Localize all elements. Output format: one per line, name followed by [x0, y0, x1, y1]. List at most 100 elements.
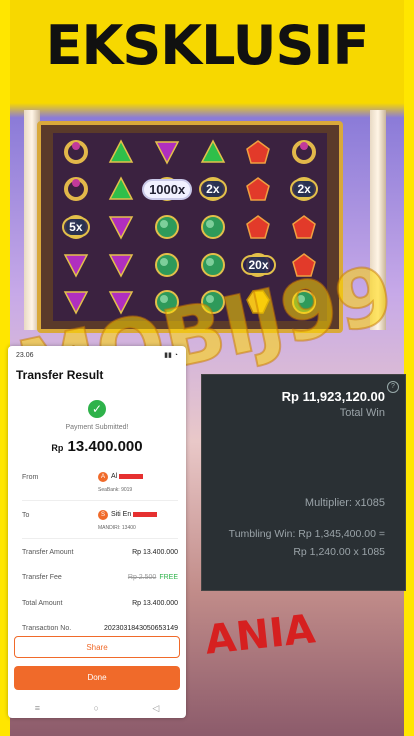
detail-row: Transaction No. 2023031843050653149 [22, 625, 178, 631]
detail-row: Total Amount Rp 13.400.000 [22, 600, 178, 607]
transfer-result-screen: 23.06 ▮▮ ◔ Transfer Result ✓ Payment Sub… [8, 346, 186, 718]
avatar: S [98, 510, 108, 520]
orb-symbol: 5x [53, 208, 99, 246]
detail-label: Transfer Fee [22, 574, 62, 581]
purple-triangle-icon [154, 141, 180, 165]
detail-label: Transaction No. [22, 625, 72, 631]
sender-name: Al [111, 473, 118, 480]
orb-icon [155, 252, 180, 277]
purple-triangle-symbol [53, 283, 99, 321]
purple-triangle-symbol [99, 283, 145, 321]
green-triangle-symbol [99, 133, 145, 171]
from-label: From [22, 474, 39, 481]
slot-grid: 1000x 2x 2x 5x 20x [53, 133, 327, 321]
multiplier-badge: 2x [290, 179, 318, 200]
orb-icon [155, 214, 180, 239]
orb-icon [200, 290, 225, 315]
recipient: S Siti En [98, 510, 158, 520]
slot-board: 1000x 2x 2x 5x 20x [37, 121, 343, 333]
back-icon[interactable]: ◁ [152, 703, 159, 714]
detail-value: 2023031843050653149 [104, 625, 178, 631]
share-button[interactable]: Share [14, 636, 180, 658]
purple-triangle-symbol [53, 246, 99, 284]
headline: EKSKLUSIF [45, 14, 370, 77]
status-bar: 23.06 ▮▮ ◔ [8, 346, 186, 364]
red-gem-symbol [281, 208, 327, 246]
orb-icon [200, 252, 225, 277]
orb-symbol [144, 283, 190, 321]
red-gem-icon [292, 215, 317, 239]
recipient-bank: MANDIRI: 13400 [98, 525, 136, 531]
red-gem-icon [292, 252, 317, 277]
temple-column [370, 110, 386, 330]
green-triangle-icon [109, 139, 134, 163]
home-icon[interactable]: ○ [93, 703, 98, 713]
detail-value: Rp 13.400.000 [132, 549, 178, 556]
orb-symbol [190, 246, 236, 284]
detail-row: Transfer Amount Rp 13.400.000 [22, 549, 178, 556]
red-gem-symbol [281, 246, 327, 284]
total-win-amount: Rp 11,923,120.00 [281, 389, 385, 404]
multiplier-badge: 1000x [142, 178, 193, 200]
purple-triangle-symbol [99, 208, 145, 246]
orb-symbol [144, 246, 190, 284]
red-gem-symbol [236, 133, 282, 171]
redaction-mark [133, 511, 158, 517]
menu-icon[interactable]: ≡ [35, 703, 40, 713]
orb-symbol [144, 208, 190, 246]
orb-symbol [190, 208, 236, 246]
help-icon[interactable]: ? [387, 381, 399, 393]
red-gem-icon [246, 215, 271, 239]
ring-symbol [281, 133, 327, 171]
purple-triangle-icon [109, 216, 134, 240]
detail-value: Rp 13.400.000 [132, 600, 178, 607]
ring-icon [63, 177, 88, 202]
signal-icon: ▮▮ ◔ [164, 352, 178, 359]
orb-icon [155, 290, 180, 315]
ring-symbol [53, 171, 99, 209]
sender: A Al [98, 472, 144, 482]
purple-triangle-symbol [99, 246, 145, 284]
orb-icon [200, 214, 225, 239]
status-message: Payment Submitted! [65, 424, 129, 431]
orb-symbol: 2x [190, 171, 236, 209]
redaction-mark [119, 473, 144, 479]
red-gem-icon [246, 177, 271, 202]
detail-label: Transfer Amount [22, 549, 74, 556]
check-icon: ✓ [88, 400, 106, 418]
total-win-label: Total Win [339, 407, 385, 419]
multiplier-badge: 2x [199, 179, 227, 200]
purple-triangle-icon [109, 253, 134, 278]
green-triangle-icon [200, 139, 226, 163]
orb-symbol [281, 283, 327, 321]
green-triangle-symbol [190, 133, 236, 171]
win-summary-panel: ? Rp 11,923,120.00 Total Win Multiplier:… [201, 374, 406, 591]
amount-value: 13.400.000 [67, 438, 143, 455]
purple-triangle-symbol [144, 133, 190, 171]
transfer-amount: Rp 13.400.000 [8, 438, 186, 455]
green-triangle-symbol [99, 171, 145, 209]
green-triangle-icon [109, 176, 134, 201]
yellow-gem-symbol [236, 283, 282, 321]
original-fee: Rp 2.500 [127, 574, 157, 581]
ring-icon [63, 139, 88, 164]
detail-row: Transfer Fee Rp 2.500 FREE [22, 574, 178, 581]
multiplier-badge: 20x [241, 254, 276, 275]
red-gem-symbol [236, 208, 282, 246]
page-title: Transfer Result [16, 368, 104, 382]
fee-value: FREE [159, 574, 178, 581]
detail-label: Total Amount [22, 600, 63, 607]
orb-symbol: 2x [281, 171, 327, 209]
currency-label: Rp [51, 443, 64, 453]
orb-symbol: 1000x [142, 171, 193, 209]
divider [22, 500, 178, 501]
ring-symbol [53, 133, 99, 171]
clock: 23.06 [16, 351, 34, 359]
divider [22, 538, 178, 539]
nav-bar: ≡ ○ ◁ [8, 698, 186, 718]
to-label: To [22, 512, 30, 519]
recipient-name: Siti En [111, 511, 132, 518]
purple-triangle-icon [109, 291, 134, 315]
done-button[interactable]: Done [14, 666, 180, 690]
red-gem-icon [246, 139, 271, 164]
